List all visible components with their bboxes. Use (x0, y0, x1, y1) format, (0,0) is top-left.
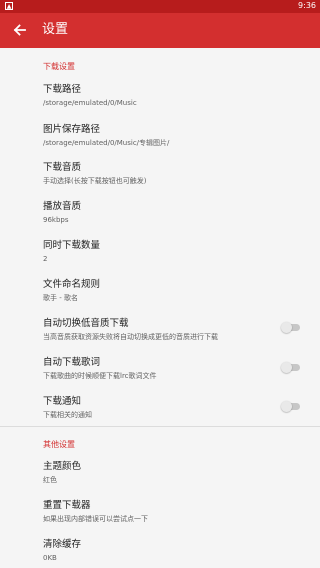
setting-title: 文件命名规则 (43, 279, 101, 290)
toggle-knob (281, 401, 292, 412)
status-time: 9:36 (298, 1, 316, 10)
setting-subtitle: 手动选择(长按下载按钮也可触发) (43, 177, 147, 185)
setting-title: 图片保存路径 (43, 124, 101, 135)
setting-subtitle: 如果出现内部错误可以尝试点一下 (43, 515, 148, 523)
download-notification-toggle[interactable] (281, 401, 300, 412)
setting-subtitle: 96kbps (43, 216, 69, 224)
page-title: 设置 (42, 22, 69, 37)
section-header-other: 其他设置 (43, 440, 75, 449)
setting-theme-color[interactable]: 主题颜色 红色 (0, 461, 81, 485)
setting-title: 重置下载器 (43, 500, 91, 511)
setting-title: 下载路径 (43, 84, 82, 95)
settings-list: 下载设置 下载路径 /storage/emulated/0/Music 图片保存… (0, 48, 320, 568)
setting-image-save-path[interactable]: 图片保存路径 /storage/emulated/0/Music/专辑图片/ (0, 124, 169, 148)
setting-download-path[interactable]: 下载路径 /storage/emulated/0/Music (0, 84, 137, 108)
back-button[interactable] (10, 20, 30, 40)
setting-subtitle: /storage/emulated/0/Music (43, 99, 137, 107)
setting-subtitle: 红色 (43, 476, 57, 484)
setting-title: 下载通知 (43, 396, 82, 407)
setting-subtitle: 0KB (43, 554, 57, 562)
setting-reset-downloader[interactable]: 重置下载器 如果出现内部错误可以尝试点一下 (0, 500, 148, 524)
notification-icon: ▲ (5, 2, 13, 10)
setting-subtitle: 歌手 - 歌名 (43, 294, 78, 302)
status-bar: ▲ 9:36 (0, 0, 320, 13)
toggle-knob (281, 362, 292, 373)
section-header-download: 下载设置 (43, 62, 75, 71)
setting-title: 下载音质 (43, 162, 82, 173)
setting-title: 同时下载数量 (43, 240, 101, 251)
back-arrow-icon (13, 24, 26, 36)
setting-play-quality[interactable]: 播放音质 96kbps (0, 201, 81, 225)
setting-title: 主题颜色 (43, 461, 82, 472)
setting-title: 清除缓存 (43, 539, 82, 550)
toggle-knob (281, 322, 292, 333)
auto-low-quality-toggle[interactable] (281, 322, 300, 333)
setting-auto-low-quality[interactable]: 自动切换低音质下载 当高音质获取资源失败将自动切换成更低的音质进行下载 (0, 318, 320, 342)
setting-auto-download-lyrics[interactable]: 自动下载歌词 下载歌曲的时候顺便下载lrc歌词文件 (0, 357, 157, 381)
auto-download-lyrics-toggle[interactable] (281, 362, 300, 373)
setting-subtitle: 当高音质获取资源失败将自动切换成更低的音质进行下载 (43, 333, 218, 341)
setting-download-notification[interactable]: 下载通知 下载相关的通知 (0, 396, 92, 420)
setting-subtitle: 下载相关的通知 (43, 411, 92, 419)
setting-clear-cache[interactable]: 清除缓存 0KB (0, 539, 81, 563)
setting-subtitle: 下载歌曲的时候顺便下载lrc歌词文件 (43, 372, 157, 380)
section-divider (0, 426, 320, 427)
setting-download-quality[interactable]: 下载音质 手动选择(长按下载按钮也可触发) (0, 162, 146, 186)
setting-file-naming-rule[interactable]: 文件命名规则 歌手 - 歌名 (0, 279, 100, 303)
setting-title: 播放音质 (43, 201, 82, 212)
setting-subtitle: /storage/emulated/0/Music/专辑图片/ (43, 139, 170, 147)
setting-subtitle: 2 (43, 255, 48, 263)
setting-title: 自动下载歌词 (43, 357, 101, 368)
app-toolbar: 设置 (0, 13, 320, 48)
setting-concurrent-downloads[interactable]: 同时下载数量 2 (0, 240, 100, 264)
setting-title: 自动切换低音质下载 (43, 318, 129, 329)
